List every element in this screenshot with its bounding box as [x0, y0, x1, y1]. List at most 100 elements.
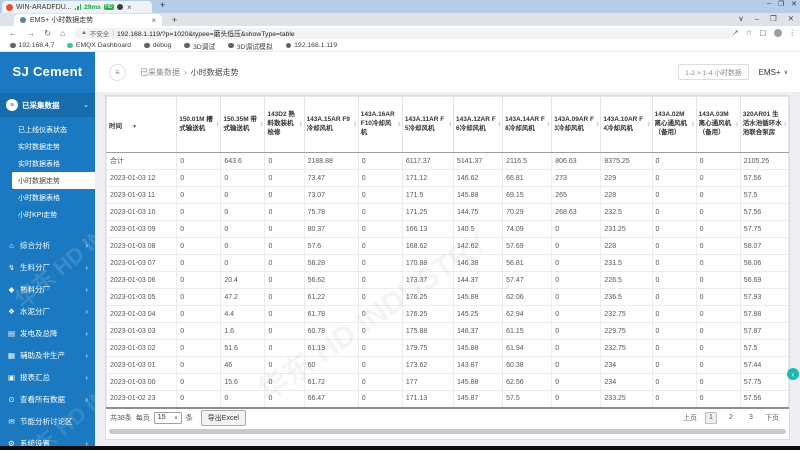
- sidebar-subitem[interactable]: 小时KPI走势: [0, 206, 95, 223]
- page-button[interactable]: 2: [725, 412, 737, 424]
- column-header[interactable]: 143A.15AR F9冷却风机 ▲ ▼: [303, 96, 359, 153]
- close-session-icon[interactable]: ×: [127, 3, 132, 12]
- sidebar-item[interactable]: ◆ 熟料分厂 ›: [0, 278, 95, 300]
- column-header[interactable]: 320AR01 生活水池循环水池联合泵房 ▲ ▼: [739, 96, 790, 153]
- new-session-button[interactable]: +: [160, 0, 165, 10]
- column-header[interactable]: 150.01M 槽式输送机 ▲ ▼: [176, 96, 222, 153]
- remote-desktop-tab[interactable]: WIN-ARADFDU... 29ms HD ×: [2, 1, 152, 13]
- share-icon[interactable]: ↗: [732, 28, 738, 37]
- cell-value: 0: [651, 169, 697, 187]
- cell-value: 0: [695, 356, 741, 374]
- sidebar-item[interactable]: ⚙ 系统设置 ›: [0, 432, 95, 447]
- horizontal-scrollbar[interactable]: [109, 428, 786, 434]
- cell-value: 0: [264, 220, 305, 238]
- side-panel-icon[interactable]: ▢: [759, 28, 766, 37]
- cell-value: 69.15: [502, 186, 553, 204]
- column-header-time[interactable]: 时间 ▼: [105, 96, 178, 153]
- page-size-select[interactable]: 15 ∨: [153, 411, 182, 424]
- sidebar-subitem[interactable]: 小时数据表格: [0, 189, 95, 206]
- bookmark-item[interactable]: 192.168.1.119: [285, 42, 337, 49]
- sidebar-item[interactable]: ▦ 辅助及非生产 ›: [0, 344, 95, 366]
- collapse-toggle-button[interactable]: ‹: [787, 368, 799, 380]
- sidebar-item[interactable]: ▤ 发电及总降 ›: [0, 322, 95, 344]
- column-label: 143D2 熟料散装机检修: [267, 111, 295, 136]
- maximize-icon[interactable]: ❐: [778, 0, 784, 8]
- bookmark-star-icon[interactable]: ☆: [746, 28, 753, 37]
- bookmark-item[interactable]: 192.168.4.7: [10, 42, 54, 49]
- user-menu[interactable]: EMS+ ∨: [759, 68, 788, 77]
- column-header[interactable]: 143A.11AR F5冷却风机 ▲ ▼: [401, 96, 454, 153]
- column-header[interactable]: 143A.03M 离心通风机（备用） ▲ ▼: [695, 96, 741, 153]
- page-button[interactable]: 1: [705, 411, 717, 424]
- chevron-right-icon: ›: [85, 350, 88, 360]
- sidebar-subitem[interactable]: 实时数据表格: [0, 155, 95, 172]
- column-header[interactable]: 143D2 熟料散装机检修 ▲ ▼: [264, 96, 305, 153]
- column-header[interactable]: 143A.12AR F6冷却风机 ▲ ▼: [452, 96, 504, 153]
- sidebar-item[interactable]: ↯ 生料分厂 ›: [0, 256, 95, 278]
- sidebar-item[interactable]: ⊙ 查看所有数据 ›: [0, 388, 95, 410]
- sidebar-subitem[interactable]: 小时数据走势: [12, 172, 95, 189]
- sidebar-item[interactable]: ⌂ 综合分析 ›: [0, 234, 95, 256]
- column-label: 320AR01 生活水池循环水池联合泵房: [742, 111, 782, 136]
- column-label: 143A.11AR F5冷却风机: [404, 115, 445, 132]
- cell-value: 168.62: [401, 237, 454, 255]
- column-header[interactable]: 143A.14AR F8冷却风机 ▲ ▼: [502, 96, 553, 153]
- page-button[interactable]: 3: [745, 412, 757, 424]
- bookmark-item[interactable]: 3D调试模拟: [228, 41, 273, 51]
- minimize-icon[interactable]: –: [755, 14, 759, 23]
- close-icon[interactable]: ✕: [791, 0, 797, 8]
- cell-value: 56.28: [303, 254, 359, 272]
- bookmark-item[interactable]: 3D调试: [184, 41, 215, 51]
- cell-value: 0: [264, 203, 305, 221]
- cell-value: 0: [176, 169, 222, 187]
- hamburger-menu-icon[interactable]: ≡: [109, 63, 126, 81]
- browser-menu-icon[interactable]: ⋮: [789, 28, 797, 37]
- profile-avatar[interactable]: [773, 28, 782, 37]
- bookmark-item[interactable]: debug: [144, 42, 171, 49]
- column-header[interactable]: 150.35M 带式输送机 ▲ ▼: [220, 96, 266, 153]
- reload-icon[interactable]: ↻: [44, 28, 51, 39]
- export-excel-button[interactable]: 导出Excel: [200, 409, 246, 426]
- forward-icon[interactable]: →: [27, 28, 36, 38]
- cell-value: 0: [551, 254, 602, 272]
- column-header[interactable]: 143A.10AR F4冷却风机 ▲ ▼: [600, 96, 653, 153]
- url-input[interactable]: ▲ 不安全 | 192.168.1.119/?p=1020&typee=磨头低压…: [74, 27, 735, 39]
- home-icon[interactable]: ⌂: [60, 28, 65, 38]
- sort-down-icon: ▼: [783, 123, 787, 128]
- cell-value: 0: [220, 186, 266, 204]
- sidebar-item[interactable]: ▣ 报表汇总 ›: [0, 366, 95, 388]
- new-tab-button[interactable]: +: [172, 15, 177, 25]
- sidebar-item[interactable]: ✉ 节能分析讨论区: [0, 410, 95, 432]
- sidebar-subitem[interactable]: 实时数据走势: [0, 138, 95, 155]
- close-icon[interactable]: ✕: [788, 14, 794, 23]
- close-tab-icon[interactable]: ×: [151, 16, 156, 25]
- sidebar-section-collected-data[interactable]: ≡ 已采集数据 ⌄: [0, 93, 95, 117]
- minimize-icon[interactable]: –: [767, 0, 771, 8]
- cell-value: 58.06: [739, 254, 790, 272]
- browser-tab[interactable]: EMS+ 小时数据走势 ×: [14, 14, 162, 26]
- cell-value: 0: [264, 305, 305, 323]
- chat-icon: ✉: [8, 416, 15, 426]
- column-header[interactable]: 143A.16AR F10冷却风机 ▲ ▼: [357, 96, 403, 153]
- sidebar-item[interactable]: ❖ 水泥分厂 ›: [0, 300, 95, 322]
- next-page-button[interactable]: 下页: [765, 413, 779, 423]
- sort-down-icon: ▼: [259, 123, 264, 128]
- column-label: 143A.02M 离心通风机（备用）: [654, 111, 688, 136]
- range-selector[interactable]: 1-2 > 1-4 小时数据: [678, 64, 749, 80]
- bookmark-item[interactable]: EMQX Dashboard: [67, 42, 131, 49]
- cell-value: 60: [303, 356, 359, 374]
- back-icon[interactable]: ←: [9, 28, 18, 38]
- cell-value: 8375.25: [600, 152, 653, 170]
- bookmark-label: EMQX Dashboard: [75, 42, 132, 49]
- column-header[interactable]: 143A.02M 离心通风机（备用） ▲ ▼: [651, 96, 697, 153]
- prev-page-button[interactable]: 上页: [683, 413, 697, 423]
- chevron-down-icon[interactable]: ∨: [738, 14, 744, 23]
- cell-value: 0: [357, 186, 403, 204]
- maximize-icon[interactable]: ❐: [770, 14, 777, 23]
- cell-value: 0: [651, 288, 697, 306]
- pagination: 上页 123 下页: [683, 411, 779, 424]
- sidebar-subitem[interactable]: 已上线仪表状态: [0, 121, 95, 138]
- breadcrumb-root[interactable]: 已采集数据: [140, 67, 180, 78]
- column-header[interactable]: 143A.09AR F3冷却风机 ▲ ▼: [551, 96, 602, 153]
- cell-value: 62.06: [502, 288, 553, 306]
